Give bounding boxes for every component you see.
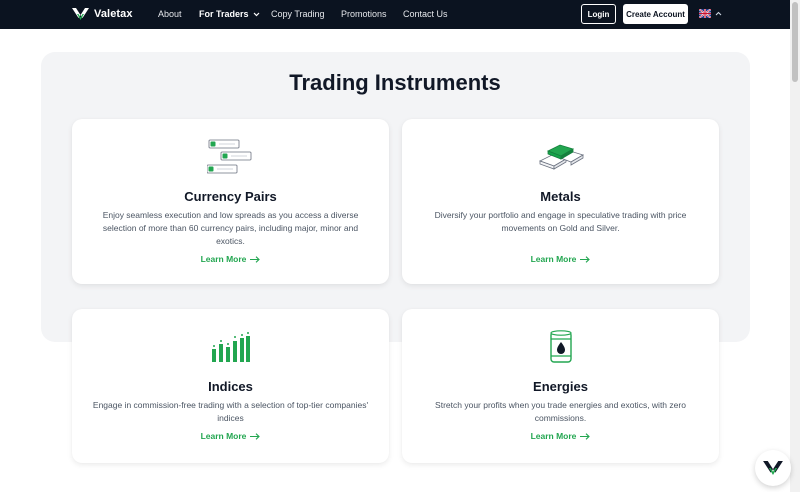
uk-flag-icon	[699, 9, 711, 18]
arrow-right-icon	[250, 432, 261, 440]
nav-contact-us[interactable]: Contact Us	[403, 9, 448, 19]
currency-pairs-icon	[72, 137, 389, 177]
card-title: Currency Pairs	[184, 189, 277, 204]
card-energies: Energies Stretch your profits when you t…	[402, 309, 719, 463]
card-metals: Metals Diversify your portfolio and enga…	[402, 119, 719, 284]
nav-copy-trading[interactable]: Copy Trading	[271, 9, 325, 19]
floating-support-button[interactable]	[755, 450, 791, 486]
learn-more-label: Learn More	[200, 431, 247, 441]
nav-promotions[interactable]: Promotions	[341, 9, 387, 19]
oil-barrel-icon	[402, 329, 719, 365]
learn-more-link[interactable]: Learn More	[402, 431, 719, 441]
chevron-down-icon	[253, 12, 259, 16]
card-description: Engage in commission-free trading with a…	[92, 400, 369, 423]
learn-more-link[interactable]: Learn More	[402, 254, 719, 264]
nav-about[interactable]: About	[158, 9, 182, 19]
language-selector[interactable]	[699, 9, 722, 18]
page-scrollbar-thumb[interactable]	[792, 2, 798, 82]
card-title: Indices	[208, 379, 253, 394]
brand-logo[interactable]: Valetax	[72, 8, 133, 20]
card-description: Stretch your profits when you trade ener…	[435, 400, 686, 423]
section-title: Trading Instruments	[289, 70, 501, 95]
card-description: Enjoy seamless execution and low spreads…	[102, 210, 359, 246]
metal-bars-icon	[402, 141, 719, 171]
chevron-up-icon	[715, 11, 722, 16]
indices-chart-icon	[72, 331, 389, 363]
learn-more-label: Learn More	[530, 431, 577, 441]
learn-more-link[interactable]: Learn More	[72, 431, 389, 441]
top-navbar: Valetax About For Traders Copy Trading P…	[0, 0, 790, 29]
nav-for-traders[interactable]: For Traders	[199, 9, 260, 19]
valetax-logo-icon	[72, 8, 89, 20]
card-description: Diversify your portfolio and engage in s…	[434, 210, 687, 233]
card-indices: Indices Engage in commission-free tradin…	[72, 309, 389, 463]
nav-for-traders-label: For Traders	[199, 9, 249, 19]
learn-more-label: Learn More	[200, 254, 247, 264]
brand-name: Valetax	[94, 8, 133, 20]
valetax-logo-icon	[763, 461, 783, 475]
learn-more-link[interactable]: Learn More	[72, 254, 389, 264]
card-title: Energies	[533, 379, 588, 394]
arrow-right-icon	[250, 255, 261, 263]
learn-more-label: Learn More	[530, 254, 577, 264]
login-button[interactable]: Login	[581, 4, 616, 24]
arrow-right-icon	[580, 255, 591, 263]
card-currency-pairs: Currency Pairs Enjoy seamless execution …	[72, 119, 389, 284]
arrow-right-icon	[580, 432, 591, 440]
create-account-button[interactable]: Create Account	[623, 4, 688, 24]
card-title: Metals	[540, 189, 581, 204]
